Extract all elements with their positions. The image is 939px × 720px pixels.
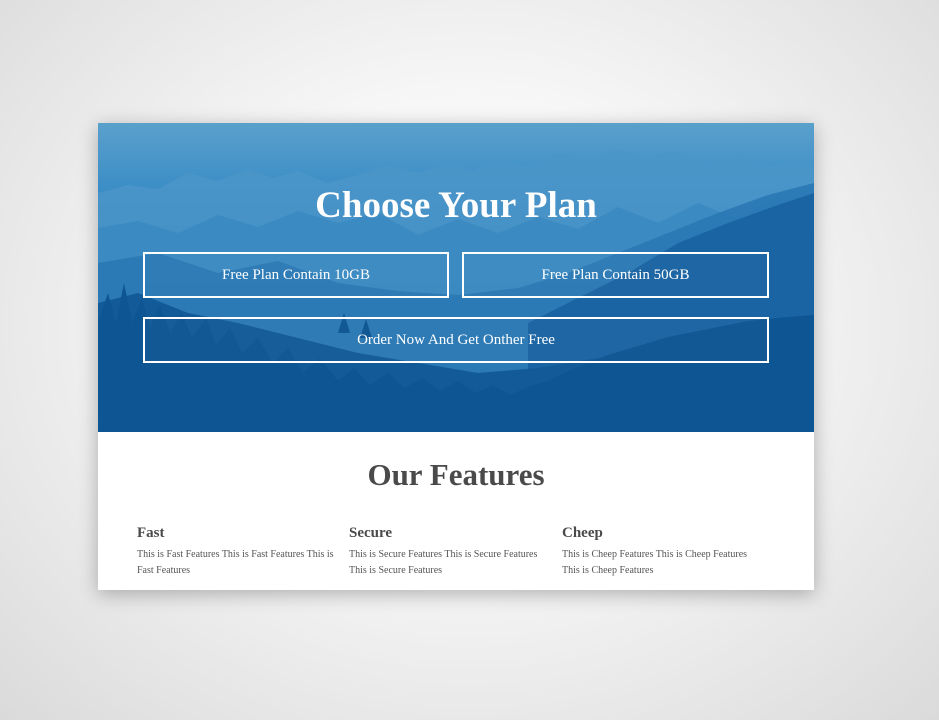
feature-fast: Fast This is Fast Features This is Fast … — [137, 523, 337, 579]
feature-name: Cheep — [562, 525, 603, 541]
feature-description: This is Secure Features This is Secure F… — [349, 549, 538, 576]
feature-name: Secure — [349, 525, 393, 541]
plan-10gb-button[interactable]: Free Plan Contain 10GB — [143, 252, 449, 298]
plan-50gb-button[interactable]: Free Plan Contain 50GB — [462, 252, 769, 298]
feature-secure: Secure This is Secure Features This is S… — [349, 523, 549, 579]
hero-title: Choose Your Plan — [315, 185, 597, 226]
feature-description: This is Cheep Features This is Cheep Fea… — [562, 549, 748, 576]
features-title: Our Features — [367, 457, 545, 492]
order-now-button[interactable]: Order Now And Get Onther Free — [143, 317, 769, 363]
feature-cheep: Cheep This is Cheep Features This is Che… — [562, 523, 762, 579]
page-card: Choose Your Plan Free Plan Contain 10GB … — [98, 123, 814, 590]
feature-description: This is Fast Features This is Fast Featu… — [137, 549, 334, 576]
hero-section: Choose Your Plan Free Plan Contain 10GB … — [98, 123, 814, 432]
feature-name: Fast — [137, 525, 165, 541]
